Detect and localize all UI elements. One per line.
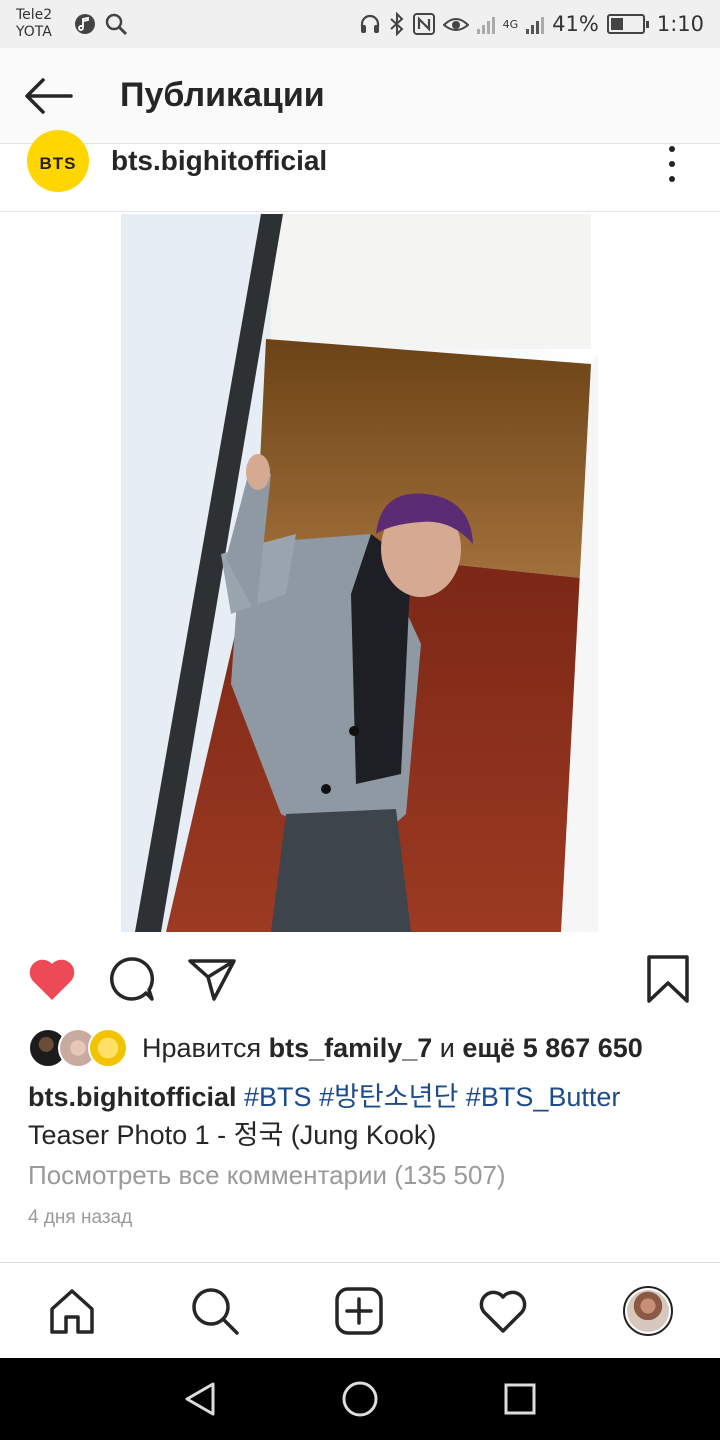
music-icon <box>75 14 95 34</box>
headset-icon <box>360 14 379 33</box>
paper-plane-icon <box>188 959 236 1001</box>
post-avatar[interactable]: BTS <box>27 129 89 192</box>
caption-username[interactable]: bts.bighitofficial <box>28 1082 237 1112</box>
carrier-info: Tele2 YOTA <box>16 7 60 41</box>
carrier-2: YOTA <box>16 24 52 40</box>
post-photo-image <box>121 214 598 932</box>
likes-rest[interactable]: ещё 5 867 650 <box>462 1033 642 1063</box>
bottom-nav <box>0 1262 720 1358</box>
add-post-icon <box>335 1287 383 1335</box>
post-photo[interactable] <box>121 214 598 932</box>
likes-connector: и <box>439 1032 455 1063</box>
post-actions <box>0 945 720 1013</box>
system-home-button[interactable] <box>315 1358 405 1440</box>
network-type: 4G <box>502 17 519 31</box>
activity-heart-icon <box>479 1290 527 1333</box>
more-options-button[interactable] <box>664 144 680 184</box>
liker-avatar <box>88 1028 128 1068</box>
like-button[interactable] <box>22 945 82 1013</box>
system-back-button[interactable] <box>155 1358 245 1440</box>
home-circle-icon <box>342 1381 378 1417</box>
view-comments-link[interactable]: Посмотреть все комментарии (135 507) <box>28 1160 506 1191</box>
hashtag[interactable]: #BTS <box>244 1082 312 1112</box>
likes-count: Нравится bts_family_7 и ещё 5 867 650 <box>142 1033 643 1064</box>
back-button[interactable] <box>0 48 96 144</box>
arrow-left-icon <box>25 77 73 114</box>
signal-icon <box>476 14 495 34</box>
nav-profile[interactable] <box>600 1263 696 1359</box>
clock: 1:10 <box>656 12 704 36</box>
back-triangle-icon <box>185 1382 215 1416</box>
heart-filled-icon <box>29 959 75 1000</box>
profile-avatar <box>623 1286 673 1336</box>
nfc-icon <box>412 13 435 35</box>
hashtag[interactable]: #방탄소년단 <box>319 1082 458 1112</box>
post-caption: bts.bighitofficial #BTS #방탄소년단 #BTS_Butt… <box>28 1078 708 1154</box>
hashtag[interactable]: #BTS_Butter <box>466 1082 621 1112</box>
eye-comfort-icon <box>442 18 469 31</box>
nav-add-post[interactable] <box>311 1263 407 1359</box>
signal-icon-2 <box>526 14 545 34</box>
post-header: BTS bts.bighitofficial <box>0 129 720 212</box>
comment-button[interactable] <box>102 945 162 1013</box>
search-icon <box>105 13 128 36</box>
liker-avatars <box>28 1028 132 1068</box>
share-button[interactable] <box>182 945 242 1013</box>
status-bar: Tele2 YOTA 4G 41% 1:10 <box>0 0 720 48</box>
likes-row[interactable]: Нравится bts_family_7 и ещё 5 867 650 <box>28 1026 643 1070</box>
nav-search[interactable] <box>167 1263 263 1359</box>
bookmark-icon <box>647 955 689 1003</box>
page-title: Публикации <box>120 76 325 114</box>
search-icon <box>192 1288 239 1335</box>
nav-activity[interactable] <box>455 1263 551 1359</box>
carrier-1: Tele2 <box>16 7 53 23</box>
battery-percent: 41% <box>552 12 599 36</box>
likes-user[interactable]: bts_family_7 <box>269 1033 433 1063</box>
screen: Tele2 YOTA 4G 41% 1:10 Публикации BTS bt… <box>0 0 720 1440</box>
recents-square-icon <box>504 1383 536 1415</box>
nav-home[interactable] <box>24 1263 120 1359</box>
save-button[interactable] <box>638 945 698 1013</box>
avatar-logo-text: BTS <box>39 153 77 173</box>
likes-prefix: Нравится <box>142 1032 262 1063</box>
bluetooth-icon <box>389 12 404 36</box>
app-header: Публикации <box>0 48 720 144</box>
post-timestamp: 4 дня назад <box>28 1207 133 1228</box>
home-icon <box>50 1289 94 1334</box>
post-username[interactable]: bts.bighitofficial <box>111 145 327 177</box>
comment-icon <box>109 957 155 1001</box>
system-recents-button[interactable] <box>475 1358 565 1440</box>
system-nav-bar <box>0 1358 720 1440</box>
caption-text: Teaser Photo 1 - 정국 (Jung Kook) <box>28 1120 437 1150</box>
battery-icon <box>606 14 649 34</box>
